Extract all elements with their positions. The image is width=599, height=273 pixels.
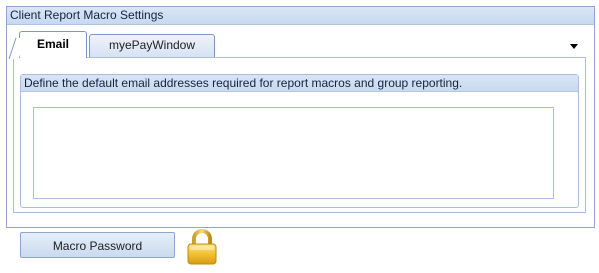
client-report-macro-settings: Client Report Macro Settings Email myePa… [0,0,599,273]
email-settings-panel: Define the default email addresses requi… [20,74,579,208]
macro-password-button[interactable]: Macro Password [20,232,175,258]
tab-email[interactable]: Email [19,31,87,58]
email-panel-description: Define the default email addresses requi… [21,75,578,92]
tab-list-dropdown-icon[interactable] [570,44,578,49]
group-header-title: Client Report Macro Settings [7,7,594,25]
email-addresses-field[interactable] [33,107,554,199]
padlock-icon [187,229,217,265]
tab-myepaywindow[interactable]: myePayWindow [89,34,215,57]
email-tab-page: Define the default email addresses requi… [13,57,586,213]
